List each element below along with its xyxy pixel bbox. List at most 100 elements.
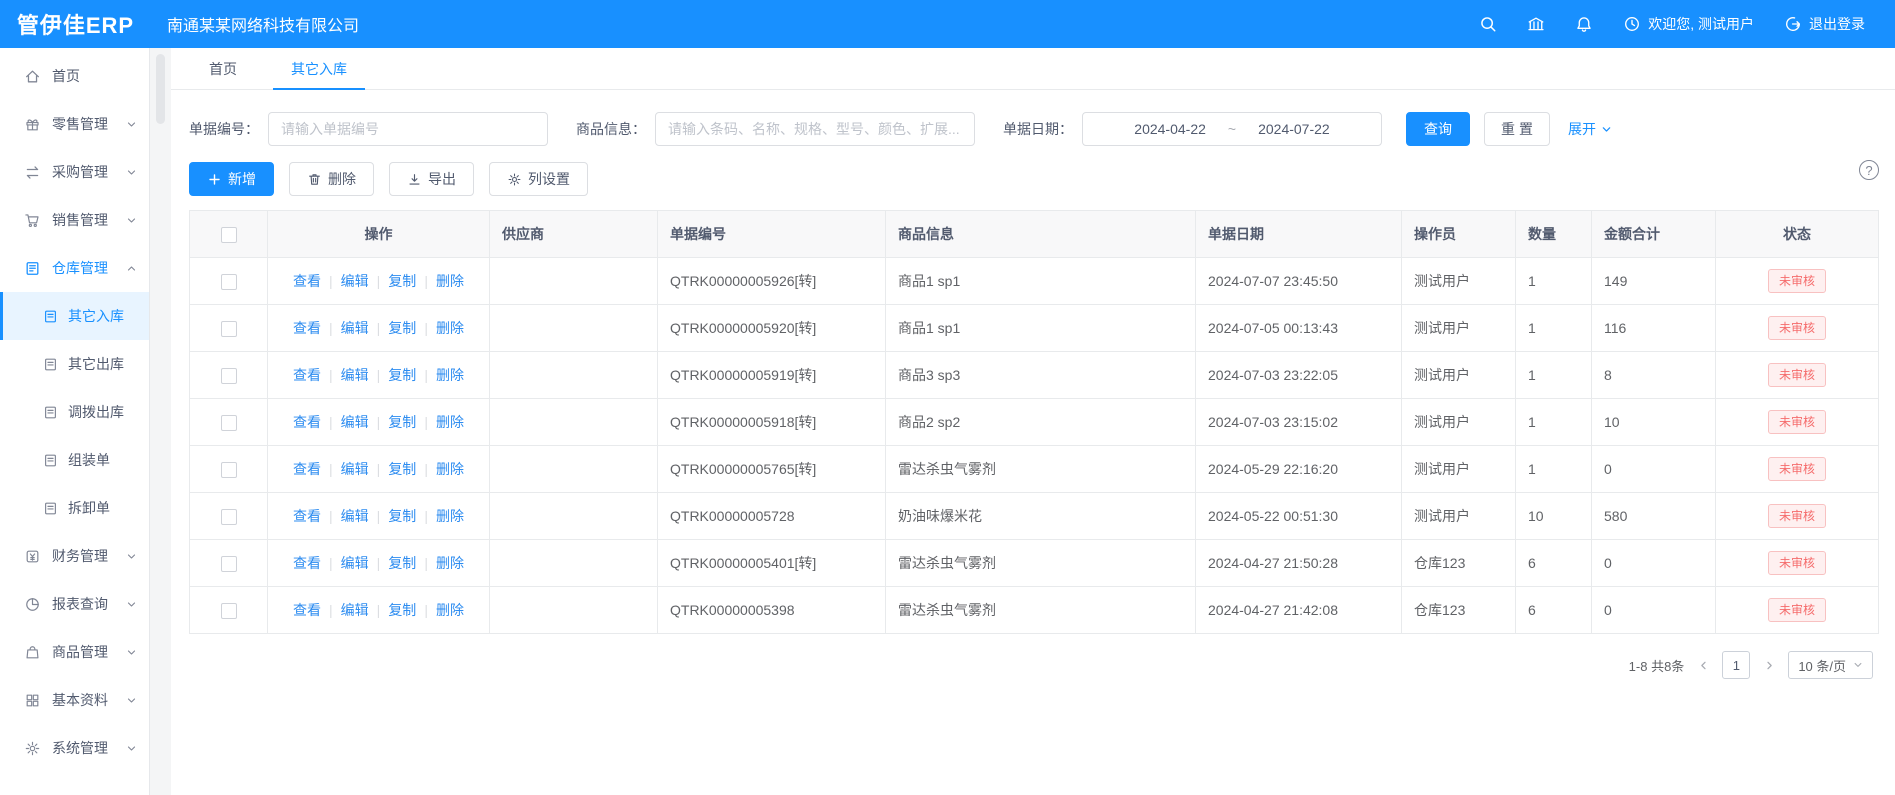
row-checkbox[interactable] bbox=[221, 368, 237, 384]
bank-icon[interactable] bbox=[1527, 15, 1545, 33]
date-to[interactable]: 2024-07-22 bbox=[1258, 121, 1330, 137]
select-all-checkbox[interactable] bbox=[221, 227, 237, 243]
gear-icon bbox=[24, 740, 41, 757]
sidebar-item-products[interactable]: 商品管理 bbox=[0, 628, 149, 676]
row-action-delete[interactable]: 删除 bbox=[436, 553, 464, 573]
row-action-view[interactable]: 查看 bbox=[293, 365, 321, 385]
pagination-next-button[interactable] bbox=[1760, 651, 1778, 679]
row-action-copy[interactable]: 复制 bbox=[388, 553, 416, 573]
row-action-delete[interactable]: 删除 bbox=[436, 365, 464, 385]
product-info-input[interactable] bbox=[655, 112, 975, 146]
sidebar-item-finance[interactable]: 财务管理 bbox=[0, 532, 149, 580]
expand-toggle[interactable]: 展开 bbox=[1568, 119, 1612, 139]
row-checkbox[interactable] bbox=[221, 556, 237, 572]
sidebar-item-assembly[interactable]: 组装单 bbox=[0, 436, 149, 484]
row-action-edit[interactable]: 编辑 bbox=[341, 553, 369, 573]
page-size-select[interactable]: 10 条/页 bbox=[1788, 651, 1873, 679]
row-action-copy[interactable]: 复制 bbox=[388, 318, 416, 338]
cell-amount: 10 bbox=[1592, 399, 1716, 446]
row-action-edit[interactable]: 编辑 bbox=[341, 318, 369, 338]
row-action-delete[interactable]: 删除 bbox=[436, 459, 464, 479]
sidebar-item-basic-data[interactable]: 基本资料 bbox=[0, 676, 149, 724]
tab-home[interactable]: 首页 bbox=[201, 48, 245, 89]
row-checkbox[interactable] bbox=[221, 462, 237, 478]
sidebar-item-system[interactable]: 系统管理 bbox=[0, 724, 149, 772]
row-action-view[interactable]: 查看 bbox=[293, 506, 321, 526]
sidebar-item-label: 仓库管理 bbox=[52, 258, 108, 278]
welcome-user[interactable]: 欢迎您, 测试用户 bbox=[1623, 14, 1754, 34]
row-checkbox[interactable] bbox=[221, 603, 237, 619]
row-action-edit[interactable]: 编辑 bbox=[341, 365, 369, 385]
bill-no-input[interactable] bbox=[268, 112, 548, 146]
column-settings-button[interactable]: 列设置 bbox=[489, 162, 588, 196]
cell-amount: 116 bbox=[1592, 305, 1716, 352]
sidebar-item-transfer-outbound[interactable]: 调拨出库 bbox=[0, 388, 149, 436]
row-action-edit[interactable]: 编辑 bbox=[341, 459, 369, 479]
tab-other-inbound[interactable]: 其它入库 bbox=[283, 48, 355, 89]
sidebar-item-warehouse[interactable]: 仓库管理 bbox=[0, 244, 149, 292]
pagination-bar: 1-8 共8条 1 10 条/页 bbox=[189, 634, 1879, 679]
cell-supplier bbox=[490, 540, 658, 587]
help-icon[interactable]: ? bbox=[1859, 160, 1879, 180]
row-action-view[interactable]: 查看 bbox=[293, 600, 321, 620]
date-from[interactable]: 2024-04-22 bbox=[1134, 121, 1206, 137]
add-button[interactable]: 新增 bbox=[189, 162, 274, 196]
row-action-view[interactable]: 查看 bbox=[293, 318, 321, 338]
pagination-prev-button[interactable] bbox=[1694, 651, 1712, 679]
cell-amount: 0 bbox=[1592, 587, 1716, 634]
tab-label: 首页 bbox=[209, 59, 237, 79]
row-action-copy[interactable]: 复制 bbox=[388, 271, 416, 291]
sidebar-item-retail[interactable]: 零售管理 bbox=[0, 100, 149, 148]
row-actions: 查看|编辑|复制|删除 bbox=[293, 553, 464, 573]
row-action-view[interactable]: 查看 bbox=[293, 271, 321, 291]
search-icon[interactable] bbox=[1479, 15, 1497, 33]
pagination-page-1[interactable]: 1 bbox=[1722, 651, 1750, 679]
sidebar-item-purchase[interactable]: 采购管理 bbox=[0, 148, 149, 196]
reset-button[interactable]: 重置 bbox=[1484, 112, 1550, 146]
row-action-view[interactable]: 查看 bbox=[293, 459, 321, 479]
table-toolbar: 新增 删除 导出 列设置 ? bbox=[189, 162, 1879, 196]
row-action-copy[interactable]: 复制 bbox=[388, 365, 416, 385]
export-button[interactable]: 导出 bbox=[389, 162, 474, 196]
header-actions: 欢迎您, 测试用户 退出登录 bbox=[1479, 14, 1895, 34]
cell-operator: 仓库123 bbox=[1402, 587, 1516, 634]
sidebar-scrollbar[interactable] bbox=[150, 48, 171, 795]
row-action-copy[interactable]: 复制 bbox=[388, 506, 416, 526]
cell-amount: 0 bbox=[1592, 540, 1716, 587]
row-checkbox[interactable] bbox=[221, 415, 237, 431]
delete-button[interactable]: 删除 bbox=[289, 162, 374, 196]
row-action-edit[interactable]: 编辑 bbox=[341, 600, 369, 620]
row-action-delete[interactable]: 删除 bbox=[436, 318, 464, 338]
row-action-copy[interactable]: 复制 bbox=[388, 600, 416, 620]
row-action-delete[interactable]: 删除 bbox=[436, 271, 464, 291]
logout-button[interactable]: 退出登录 bbox=[1784, 14, 1865, 34]
chevron-down-icon bbox=[126, 119, 137, 130]
search-button[interactable]: 查询 bbox=[1406, 112, 1470, 146]
cell-bill-no: QTRK00000005920[转] bbox=[658, 305, 886, 352]
row-checkbox[interactable] bbox=[221, 321, 237, 337]
sidebar-item-sales[interactable]: 销售管理 bbox=[0, 196, 149, 244]
row-action-view[interactable]: 查看 bbox=[293, 553, 321, 573]
row-action-delete[interactable]: 删除 bbox=[436, 412, 464, 432]
row-checkbox[interactable] bbox=[221, 509, 237, 525]
row-action-copy[interactable]: 复制 bbox=[388, 459, 416, 479]
table-row: 查看|编辑|复制|删除 QTRK00000005920[转] 商品1 sp1 2… bbox=[190, 305, 1879, 352]
cell-product-info: 雷达杀虫气雾剂 bbox=[886, 540, 1196, 587]
row-action-copy[interactable]: 复制 bbox=[388, 412, 416, 432]
row-action-delete[interactable]: 删除 bbox=[436, 506, 464, 526]
row-action-view[interactable]: 查看 bbox=[293, 412, 321, 432]
sidebar-item-disassembly[interactable]: 拆卸单 bbox=[0, 484, 149, 532]
sidebar-item-other-outbound[interactable]: 其它出库 bbox=[0, 340, 149, 388]
sidebar-item-other-inbound[interactable]: 其它入库 bbox=[0, 292, 149, 340]
row-checkbox[interactable] bbox=[221, 274, 237, 290]
row-action-delete[interactable]: 删除 bbox=[436, 600, 464, 620]
cell-supplier bbox=[490, 493, 658, 540]
bell-icon[interactable] bbox=[1575, 15, 1593, 33]
scrollbar-thumb[interactable] bbox=[156, 54, 165, 124]
date-range-picker[interactable]: 2024-04-22 ~ 2024-07-22 bbox=[1082, 112, 1382, 146]
sidebar-item-home[interactable]: 首页 bbox=[0, 52, 149, 100]
row-action-edit[interactable]: 编辑 bbox=[341, 412, 369, 432]
sidebar-item-reports[interactable]: 报表查询 bbox=[0, 580, 149, 628]
row-action-edit[interactable]: 编辑 bbox=[341, 506, 369, 526]
row-action-edit[interactable]: 编辑 bbox=[341, 271, 369, 291]
